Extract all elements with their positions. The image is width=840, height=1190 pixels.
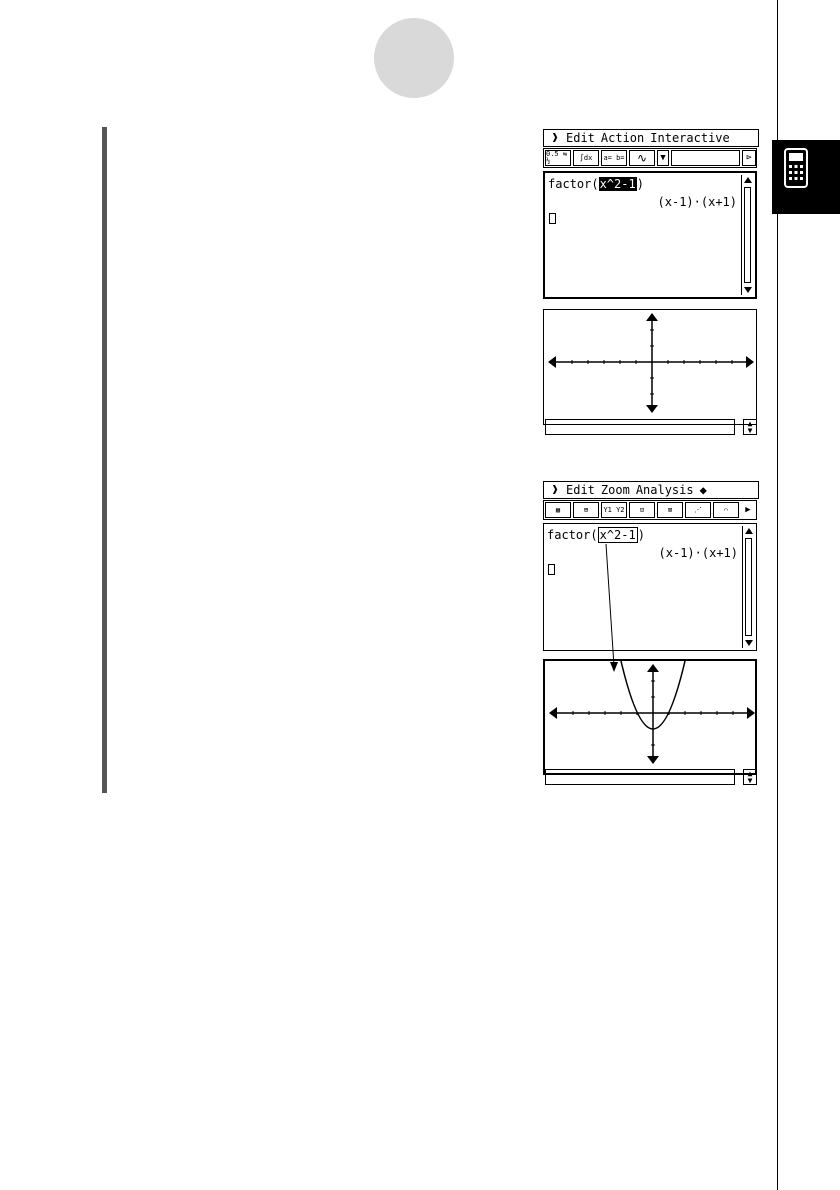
drag-arrow — [605, 543, 618, 672]
